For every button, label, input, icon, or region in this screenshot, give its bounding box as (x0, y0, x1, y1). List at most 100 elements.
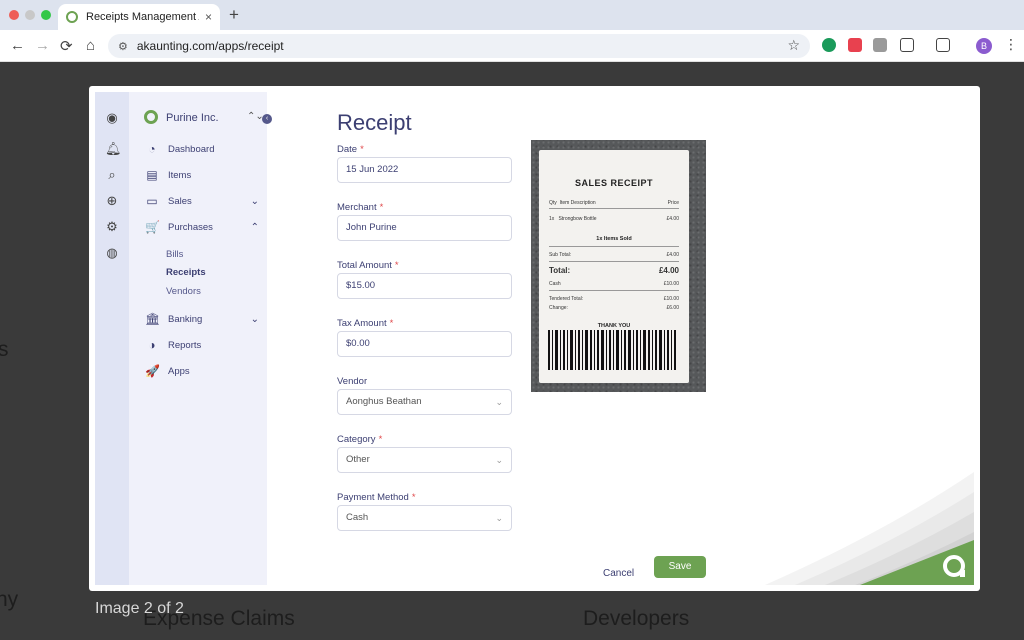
close-window-button[interactable] (9, 10, 19, 20)
chevron-down-icon: ⌄ (495, 513, 503, 523)
sidebar-item-vendors[interactable]: Vendors (166, 286, 201, 297)
payment-method-label: Payment Method * (337, 492, 416, 503)
sidebar-item-sales[interactable]: ▭ Sales ⌄ (145, 193, 259, 209)
sidebar-item-reports[interactable]: ◑ Reports (145, 337, 259, 353)
tax-amount-label: Tax Amount * (337, 318, 394, 329)
akaunting-logo-icon (144, 110, 158, 124)
decorative-corner-graphic (765, 472, 974, 585)
forward-button[interactable]: → (35, 37, 50, 54)
merchant-field[interactable]: John Purine (337, 215, 512, 241)
address-bar: ← → ⟳ ⌂ ⚙ akaunting.com/apps/receipt ☆ B… (0, 30, 1024, 62)
extensions-puzzle-icon[interactable] (900, 38, 914, 52)
url-text: akaunting.com/apps/receipt (136, 39, 284, 53)
profile-avatar[interactable]: B (976, 38, 992, 54)
back-button[interactable]: ← (10, 37, 25, 54)
bank-icon: 🏛 (145, 312, 161, 326)
chevron-down-icon: ⌄ (495, 397, 503, 407)
background-text: ny (0, 588, 19, 611)
box-icon: ▤ (146, 168, 158, 182)
sidebar-item-receipts[interactable]: Receipts (166, 267, 206, 278)
icon-bar: ◉ 🔔︎ ⌕ ⊕ ⚙ ◍ (95, 92, 129, 585)
sidebar-item-purchases[interactable]: 🛒 Purchases ⌃ (145, 219, 259, 235)
vendor-select[interactable]: Aonghus Beathan ⌄ (337, 389, 512, 415)
payment-method-select[interactable]: Cash ⌄ (337, 505, 512, 531)
plus-circle-icon[interactable]: ⊕ (105, 194, 119, 208)
browser-menu-icon[interactable]: ⋮ (1004, 36, 1018, 53)
home-button[interactable]: ⌂ (86, 37, 95, 54)
tab-title: Receipts Management App - (86, 11, 199, 23)
date-label: Date * (337, 144, 364, 155)
sidebar-item-label: Purchases (168, 221, 213, 233)
receipt-subtotal-row: Sub Total: £4.00 (549, 252, 679, 258)
sidebar-item-apps[interactable]: 🚀 Apps (145, 363, 259, 379)
company-name[interactable]: Purine Inc. (166, 112, 219, 124)
url-field[interactable]: ⚙ akaunting.com/apps/receipt ☆ (108, 34, 810, 58)
sidebar-item-bills[interactable]: Bills (166, 249, 183, 260)
lightbox-image: ◉ 🔔︎ ⌕ ⊕ ⚙ ◍ Purine Inc. ⌃ ⌄ ‹ ◔ Dashboar… (89, 86, 980, 591)
search-icon[interactable]: ⌕ (105, 168, 119, 182)
sidebar-item-label: Sales (168, 195, 192, 207)
receipt-title: SALES RECEIPT (574, 178, 653, 188)
cast-icon[interactable] (936, 38, 950, 52)
category-label: Category * (337, 434, 383, 445)
dashboard-icon: ◔ (148, 142, 156, 156)
site-info-icon[interactable]: ⚙ (118, 40, 128, 53)
reload-button[interactable]: ⟳ (60, 37, 73, 55)
image-counter: Image 2 of 2 (95, 600, 184, 617)
chevron-down-icon: ⌄ (495, 455, 503, 465)
rocket-icon: 🚀 (145, 364, 160, 378)
chevron-down-icon: ⌄ (250, 313, 259, 325)
barcode-icon (548, 330, 676, 370)
browser-tab[interactable]: Receipts Management App - × (58, 4, 220, 30)
total-amount-label: Total Amount * (337, 260, 399, 271)
sidebar-item-items[interactable]: ▤ Items (145, 167, 259, 183)
total-amount-field[interactable]: $15.00 (337, 273, 512, 299)
cancel-button[interactable]: Cancel (603, 568, 634, 579)
date-field[interactable]: 15 Jun 2022 (337, 157, 512, 183)
akaunting-favicon-icon (66, 11, 78, 23)
receipt-change-row: Change: £6.00 (549, 305, 679, 311)
money-icon: ▭ (146, 194, 158, 208)
receipt-tendered-row: Tendered Total: £10.00 (549, 296, 679, 302)
chevron-down-icon: ⌄ (250, 195, 259, 207)
minimize-window-button[interactable] (25, 10, 35, 20)
profile-icon[interactable]: ◉ (105, 111, 119, 125)
chevron-up-icon: ⌃ (250, 221, 259, 233)
tab-close-icon[interactable]: × (205, 10, 212, 24)
sidebar-item-banking[interactable]: 🏛 Banking ⌄ (145, 311, 259, 327)
app-screenshot: ◉ 🔔︎ ⌕ ⊕ ⚙ ◍ Purine Inc. ⌃ ⌄ ‹ ◔ Dashboar… (95, 92, 974, 585)
background-text: s (0, 338, 9, 361)
new-tab-button[interactable]: + (229, 5, 239, 25)
bell-icon[interactable]: 🔔︎ (105, 142, 122, 156)
receipt-total-row: Total: £4.00 (549, 266, 679, 275)
category-select[interactable]: Other ⌄ (337, 447, 512, 473)
sidebar-item-dashboard[interactable]: ◔ Dashboard (145, 141, 259, 157)
maximize-window-button[interactable] (41, 10, 51, 20)
pie-chart-icon: ◑ (148, 338, 156, 352)
page-title: Receipt (337, 110, 412, 135)
gear-icon[interactable]: ⚙ (105, 220, 119, 234)
tax-amount-field[interactable]: $0.00 (337, 331, 512, 357)
vendor-label: Vendor (337, 376, 368, 387)
save-button[interactable]: Save (654, 556, 706, 578)
sidebar-item-label: Banking (168, 313, 203, 325)
receipt-photo: SALES RECEIPT Qty Item Description Price… (531, 140, 706, 392)
receipt-items-sold: 1x Items Sold (596, 236, 632, 242)
receipt-cash-row: Cash £10.00 (549, 281, 679, 287)
receipt-thank-you: THANK YOU (597, 323, 631, 329)
receipt-header-row: Qty Item Description Price (549, 200, 679, 206)
cart-icon: 🛒 (145, 220, 160, 234)
sidebar-item-label: Items (168, 169, 192, 181)
collapse-sidebar-icon[interactable]: ‹ (262, 114, 272, 124)
sidebar: Purine Inc. ⌃ ⌄ ‹ ◔ Dashboard ▤ Items ▭ S… (129, 92, 272, 585)
bookmark-star-icon[interactable]: ☆ (787, 37, 800, 54)
tab-bar: Receipts Management App - × + (0, 0, 1024, 30)
globe-icon[interactable]: ◍ (105, 246, 119, 260)
pocket-extension-icon[interactable] (848, 38, 862, 52)
sidebar-item-label: Reports (168, 339, 202, 351)
grammarly-extension-icon[interactable] (822, 38, 836, 52)
merchant-label: Merchant * (337, 202, 384, 213)
camera-extension-icon[interactable] (873, 38, 887, 52)
background-heading-developers: Developers (583, 607, 690, 630)
sidebar-item-label: Dashboard (168, 143, 215, 155)
